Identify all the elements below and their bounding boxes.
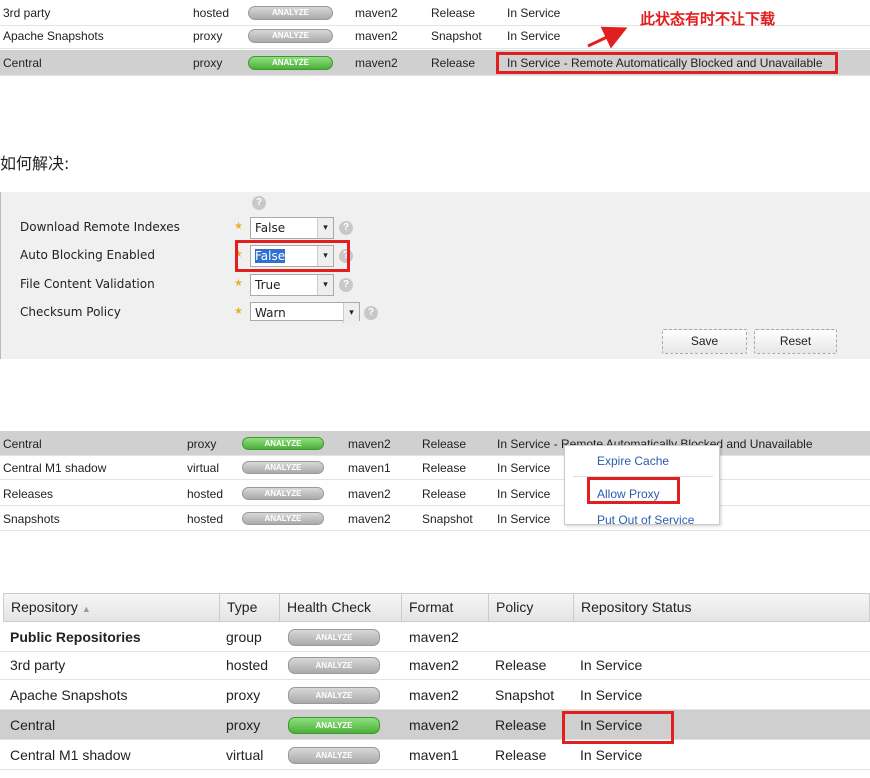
select-checksum-policy[interactable]: Warn ▾ bbox=[250, 302, 360, 323]
cell-status: In Service bbox=[580, 687, 643, 703]
cell-type: hosted bbox=[187, 511, 224, 526]
cell-format: maven2 bbox=[409, 717, 459, 733]
cell-type: group bbox=[226, 629, 262, 645]
cell-policy: Release bbox=[422, 460, 467, 475]
required-icon: ★ bbox=[234, 278, 243, 289]
select-value: False bbox=[255, 221, 286, 235]
field-label: Auto Blocking Enabled bbox=[20, 248, 155, 262]
highlight-box bbox=[235, 240, 350, 272]
cell-status: In Service bbox=[497, 486, 551, 501]
column-type[interactable]: Type bbox=[219, 594, 257, 621]
chevron-down-icon[interactable]: ▾ bbox=[317, 275, 333, 295]
cell-status: In Service bbox=[497, 511, 551, 526]
column-policy[interactable]: Policy bbox=[488, 594, 533, 621]
cell-type: hosted bbox=[187, 486, 224, 501]
cell-status: In Service bbox=[580, 657, 643, 673]
help-icon[interactable]: ? bbox=[364, 306, 378, 320]
chevron-down-icon[interactable]: ▾ bbox=[343, 303, 359, 323]
table-row[interactable]: Central proxy ANALYZE maven2 Release In Servi… bbox=[0, 431, 870, 456]
column-label: Repository bbox=[11, 599, 78, 615]
cell-status: In Service bbox=[497, 460, 551, 475]
cell-name[interactable]: Central M1 shadow bbox=[10, 747, 131, 763]
cell-type: proxy bbox=[226, 717, 261, 733]
select-value: True bbox=[255, 278, 281, 292]
cell-name[interactable]: Central bbox=[3, 437, 42, 451]
analyze-button[interactable]: ANALYZE bbox=[242, 512, 324, 525]
table-row[interactable]: Public Repositories group ANALYZE maven2 bbox=[0, 622, 870, 652]
cell-type: virtual bbox=[187, 460, 220, 475]
analyze-button[interactable]: ANALYZE bbox=[288, 686, 380, 704]
cell-type: proxy bbox=[226, 687, 261, 703]
cell-format: maven2 bbox=[348, 436, 391, 451]
analyze-button[interactable]: ANALYZE bbox=[242, 437, 324, 450]
table-row[interactable]: 3rd party hosted ANALYZE maven2 Release In Se… bbox=[0, 650, 870, 680]
how-to-fix-heading: 如何解决: bbox=[0, 154, 70, 173]
cell-name[interactable]: Central M1 shadow bbox=[3, 461, 106, 475]
cell-policy: Snapshot bbox=[495, 687, 555, 703]
cell-type: proxy bbox=[187, 436, 217, 451]
table-row[interactable]: Central M1 shadow virtual ANALYZE maven1 Rel… bbox=[0, 740, 870, 770]
select-value: Warn bbox=[255, 306, 286, 320]
cell-name[interactable]: Releases bbox=[3, 487, 53, 501]
cell-policy: Release bbox=[422, 436, 467, 451]
cell-policy: Release bbox=[495, 657, 547, 673]
cell-name[interactable]: Public Repositories bbox=[10, 629, 141, 645]
table-row[interactable]: Central proxy ANALYZE maven2 Release In Servi… bbox=[0, 710, 870, 740]
cell-policy: Snapshot bbox=[422, 511, 473, 526]
table-row[interactable]: Snapshots hosted ANALYZE maven2 Snapshot In S… bbox=[0, 506, 870, 531]
cell-policy: Release bbox=[495, 747, 547, 763]
help-icon[interactable]: ? bbox=[339, 278, 353, 292]
arrow-to-annotation bbox=[587, 26, 628, 49]
menu-item-expire-cache[interactable]: Expire Cache bbox=[597, 454, 669, 468]
analyze-button[interactable]: ANALYZE bbox=[288, 656, 380, 674]
cell-type: hosted bbox=[226, 657, 269, 673]
highlight-box bbox=[587, 477, 680, 504]
cell-format: maven2 bbox=[348, 511, 391, 526]
field-label: File Content Validation bbox=[20, 277, 155, 291]
cell-name[interactable]: 3rd party bbox=[10, 657, 65, 673]
cell-format: maven2 bbox=[409, 629, 459, 645]
cell-format: maven1 bbox=[348, 460, 391, 475]
column-health-check[interactable]: Health Check bbox=[279, 594, 371, 621]
column-format[interactable]: Format bbox=[401, 594, 453, 621]
required-icon: ★ bbox=[234, 306, 243, 317]
cell-format: maven1 bbox=[409, 747, 459, 763]
analyze-button[interactable]: ANALYZE bbox=[288, 746, 380, 764]
cell-type: virtual bbox=[226, 747, 264, 763]
menu-item-put-out-of-service[interactable]: Put Out of Service bbox=[597, 513, 694, 527]
analyze-button[interactable]: ANALYZE bbox=[242, 461, 324, 474]
cell-name[interactable]: Snapshots bbox=[3, 512, 60, 526]
analyze-button[interactable]: ANALYZE bbox=[288, 716, 380, 734]
cell-policy: Release bbox=[422, 486, 467, 501]
field-label: Download Remote Indexes bbox=[20, 220, 180, 234]
help-icon[interactable]: ? bbox=[252, 196, 266, 210]
cell-policy: Release bbox=[495, 717, 547, 733]
column-repository[interactable]: Repository ▲ bbox=[4, 594, 91, 621]
chevron-down-icon[interactable]: ▾ bbox=[317, 218, 333, 238]
required-icon: ★ bbox=[234, 221, 243, 232]
reset-button[interactable]: Reset bbox=[754, 329, 837, 354]
save-button[interactable]: Save bbox=[662, 329, 747, 354]
table-row[interactable]: Releases hosted ANALYZE maven2 Release In Ser… bbox=[0, 481, 870, 506]
table-row[interactable]: Central M1 shadow virtual ANALYZE maven1 Rel… bbox=[0, 455, 870, 480]
table-header: Repository ▲ Type Health Check Format Po… bbox=[3, 593, 870, 622]
field-label: Checksum Policy bbox=[20, 305, 121, 319]
highlight-box bbox=[562, 711, 674, 744]
column-repository-status[interactable]: Repository Status bbox=[573, 594, 692, 621]
cell-format: maven2 bbox=[348, 486, 391, 501]
cell-status: In Service bbox=[580, 747, 643, 763]
cell-format: maven2 bbox=[409, 687, 459, 703]
select-download-remote-indexes[interactable]: False ▾ bbox=[250, 217, 334, 239]
cell-format: maven2 bbox=[409, 657, 459, 673]
sort-asc-icon: ▲ bbox=[81, 604, 91, 614]
help-icon[interactable]: ? bbox=[339, 221, 353, 235]
table-row[interactable]: Apache Snapshots proxy ANALYZE maven2 Snapsh… bbox=[0, 680, 870, 710]
cell-name[interactable]: Apache Snapshots bbox=[10, 687, 128, 703]
analyze-button[interactable]: ANALYZE bbox=[242, 487, 324, 500]
analyze-button[interactable]: ANALYZE bbox=[288, 628, 380, 646]
select-file-content-validation[interactable]: True ▾ bbox=[250, 274, 334, 296]
cell-name[interactable]: Central bbox=[10, 717, 55, 733]
